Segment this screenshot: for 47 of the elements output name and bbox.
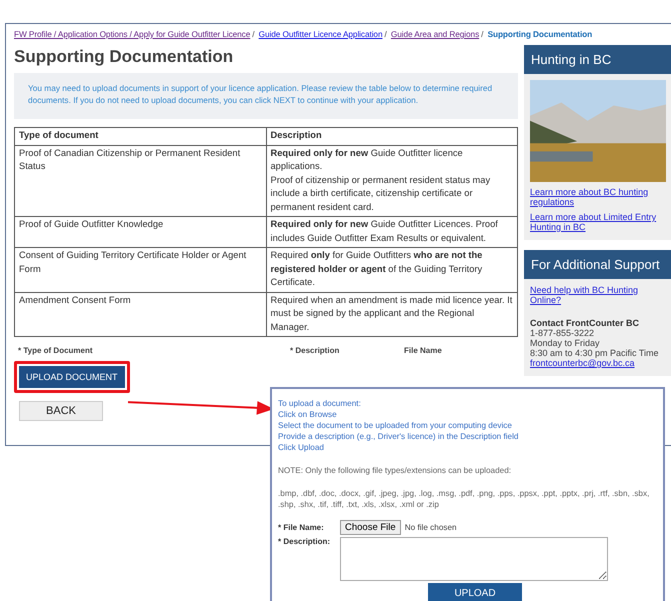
instruction-text: To upload a document: <box>278 398 362 409</box>
breadcrumb-separator: / <box>384 29 387 39</box>
table-cell: Required only for new Guide Outfitter licence applications. Proof of citizenship or permanent resident status may include a birth certificate, citizenship certificate or permanent resident card. <box>266 145 518 216</box>
panel-header: For Additional Support <box>524 250 671 279</box>
breadcrumb-current: Supporting Documentation <box>488 29 592 39</box>
column-header: File Name <box>404 346 442 355</box>
extensions-text: .bmp, .dbf, .doc, .docx, .gif, .jpeg, .jpg, .log, .msg, .pdf, .png, .pps, .ppsx, .ppt, .pptx, .prj, .rtf, .sbn, .sbx, .shp, .shx, .tif, .tiff, .txt, .xls, .xlsx, .xml or .zip <box>278 488 650 510</box>
intro-text: You may need to upload documents in support of your licence application. Please review the table below to determine required documents. If you do not need to upload documents, you can click NEXT to continue with your application. <box>14 73 518 119</box>
sidebar-link[interactable]: Learn more about BC hunting regulations <box>530 187 666 207</box>
table-cell: Required only for Guide Outfitters who are not the registered holder or agent of the Guiding Territory Certificate. <box>266 248 518 292</box>
instruction-text: Provide a description (e.g., Driver's licence) in the Description field <box>278 431 520 442</box>
contact-detail: 1-877-855-3222 <box>530 328 596 338</box>
instruction-text: Click Upload <box>278 442 325 453</box>
column-header: * Type of Document <box>18 346 94 355</box>
instruction-text: Click on Browse <box>278 409 338 420</box>
help-link[interactable]: Need help with BC Hunting Online? <box>530 285 666 305</box>
field-label: * File Name: <box>278 523 325 532</box>
column-header: * Description <box>290 346 340 355</box>
breadcrumb-link[interactable]: Guide Area and Regions <box>390 29 480 39</box>
contact-detail: Monday to Friday <box>530 338 601 348</box>
breadcrumb-link[interactable]: Guide Outfitter Licence Application <box>258 29 382 39</box>
table-cell: Required only for new Guide Outfitter Licences. Proof includes Guide Outfitter Exam Results or equivalent. <box>266 216 518 248</box>
sidebar-link[interactable]: Learn more about Limited Entry Hunting in BC <box>530 212 666 232</box>
table-cell: Amendment Consent Form <box>14 292 266 336</box>
column-header: Description <box>266 128 518 145</box>
table-cell: Proof of Canadian Citizenship or Permanent Resident Status <box>14 145 266 216</box>
table-cell: Consent of Guiding Territory Certificate Holder or Agent Form <box>14 248 266 292</box>
breadcrumb-separator: / <box>481 29 484 39</box>
choose-file-button[interactable]: Choose File <box>340 520 401 535</box>
table-cell: Required when an amendment is made mid licence year. It must be signed by the applicant and the Regional Manager. <box>266 292 518 336</box>
upload-document-button[interactable]: UPLOAD DOCUMENT <box>19 366 125 388</box>
table-cell: Proof of Guide Outfitter Knowledge <box>14 216 266 248</box>
instruction-text: Select the document to be uploaded from your computing device <box>278 420 513 431</box>
description-field[interactable] <box>340 537 608 581</box>
column-header: Type of document <box>14 128 266 145</box>
note-text: NOTE: Only the following file types/extensions can be uploaded: <box>278 465 512 476</box>
back-button[interactable]: BACK <box>19 401 103 421</box>
breadcrumb-separator: / <box>252 29 254 39</box>
contact-detail: 8:30 am to 4:30 pm Pacific Time <box>530 348 660 358</box>
page-title: Supporting Documentation <box>14 47 234 67</box>
panel-header: Hunting in BC <box>524 45 671 74</box>
upload-button[interactable]: UPLOAD <box>428 583 522 601</box>
email-link[interactable]: frontcounterbc@gov.bc.ca <box>530 358 666 368</box>
file-status: No file chosen <box>404 523 457 532</box>
contact-title: Contact FrontCounter BC <box>530 318 640 328</box>
breadcrumb-link[interactable]: FW Profile / Application Options / Apply for Guide Outfitter Licence <box>14 29 250 39</box>
field-label: * Description: <box>278 537 332 546</box>
